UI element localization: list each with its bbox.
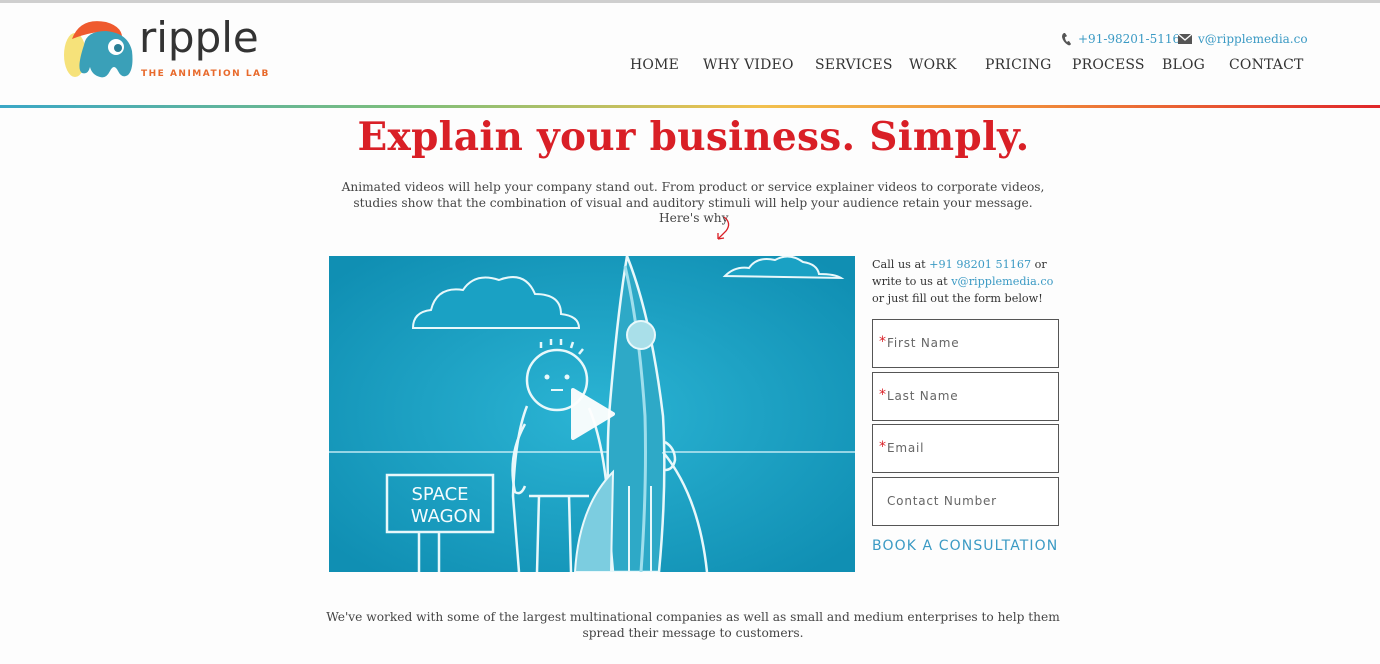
page-title: Explain your business. Simply. [357,114,1030,160]
email-field[interactable]: * Email [872,424,1059,473]
header-email-text: v@ripplemedia.co [1198,32,1308,46]
envelope-icon [1178,34,1192,44]
sign-line-1: SPACE [411,484,468,505]
contact-intro-suffix: or just fill out the form below! [872,292,1043,305]
explainer-video[interactable]: SPACE WAGON [329,256,855,572]
logo-wordmark: ripple [139,13,259,62]
nav-work[interactable]: WORK [909,57,957,73]
contact-number-field[interactable]: Contact Number [872,477,1059,526]
clients-text: We've worked with some of the largest mu… [326,610,1060,640]
nav-blog[interactable]: BLOG [1162,57,1205,73]
video-thumbnail: SPACE WAGON [329,256,855,572]
nav-home[interactable]: HOME [630,57,679,73]
first-name-placeholder: First Name [887,336,960,350]
nav-process[interactable]: PROCESS [1072,57,1145,73]
intro-text: Animated videos will help your company s… [341,180,1045,210]
nav-services[interactable]: SERVICES [815,57,893,73]
book-consultation-button[interactable]: BOOK A CONSULTATION [872,538,1058,554]
header-phone[interactable]: +91-98201-51167 [1062,30,1188,48]
required-mark: * [879,439,886,455]
required-mark: * [879,334,886,350]
email-placeholder: Email [887,441,925,455]
header-divider [0,105,1380,108]
sign-line-2: WAGON [411,506,481,527]
logo-mark-icon [64,21,133,78]
logo-tagline: THE ANIMATION LAB [141,69,270,79]
nav-pricing[interactable]: PRICING [985,57,1052,73]
contact-phone-link[interactable]: +91 98201 51167 [929,258,1031,271]
nav-why-video[interactable]: WHY VIDEO [703,57,794,73]
contact-number-placeholder: Contact Number [887,494,997,508]
last-name-placeholder: Last Name [887,389,959,403]
site-header: ripple THE ANIMATION LAB +91-98201-51167… [0,3,1380,105]
header-email[interactable]: v@ripplemedia.co [1178,30,1308,48]
nav-contact[interactable]: CONTACT [1229,57,1304,73]
phone-icon [1062,33,1071,46]
contact-email-link[interactable]: v@ripplemedia.co [951,275,1053,288]
first-name-field[interactable]: * First Name [872,319,1059,368]
contact-intro: Call us at +91 98201 51167 or write to u… [872,256,1062,307]
required-mark: * [879,387,886,403]
contact-intro-prefix: Call us at [872,258,930,271]
curved-arrow-icon [717,216,730,240]
last-name-field[interactable]: * Last Name [872,372,1059,421]
ripple-logo[interactable]: ripple THE ANIMATION LAB [62,13,268,83]
header-phone-text: +91-98201-51167 [1078,32,1188,46]
